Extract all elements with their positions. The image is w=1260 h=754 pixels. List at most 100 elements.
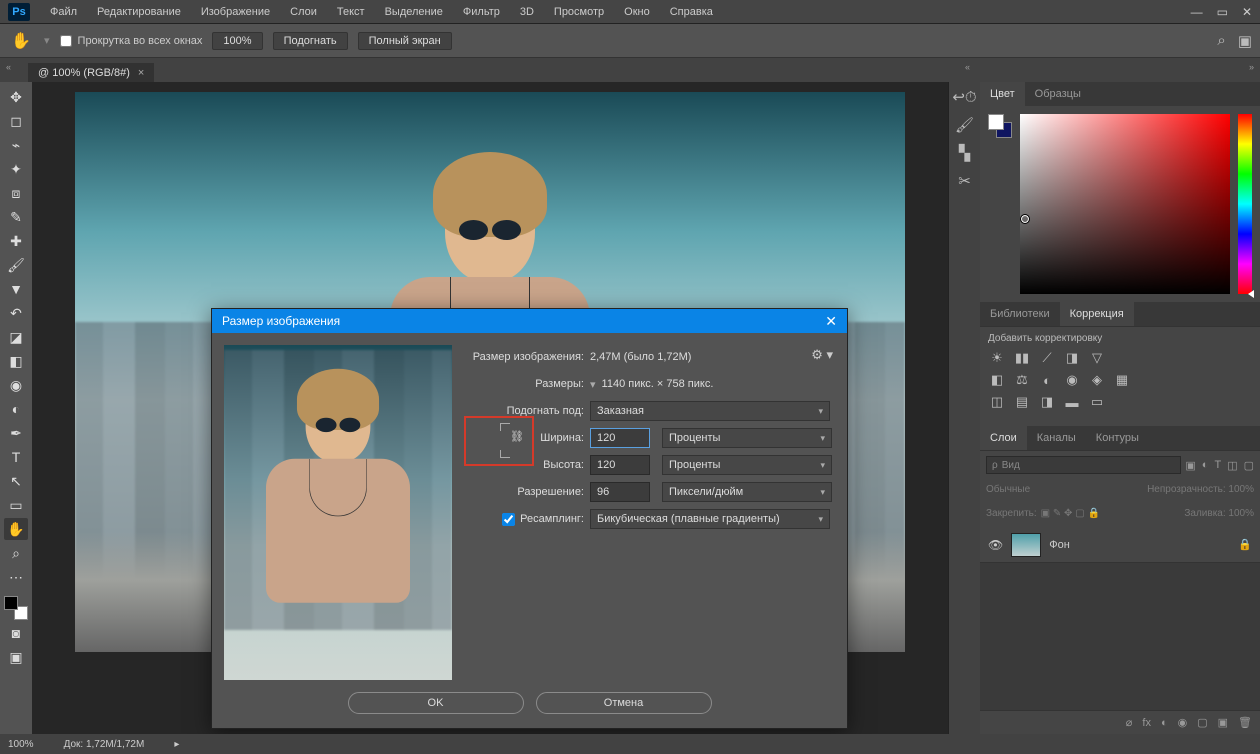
type-tool[interactable]: T [4, 446, 28, 468]
clone-panel-icon[interactable]: ▝▖ [953, 144, 976, 162]
brightness-icon[interactable]: ☀ [988, 350, 1006, 366]
lock-icon[interactable]: 🔒 [1238, 538, 1252, 551]
menu-layers[interactable]: Слои [280, 6, 327, 18]
filter-smart-icon[interactable]: ▢ [1244, 459, 1254, 472]
tab-close-button[interactable]: × [138, 67, 144, 79]
height-input[interactable] [590, 455, 650, 475]
tab-libraries[interactable]: Библиотеки [980, 302, 1060, 326]
fit-button[interactable]: Подогнать [273, 32, 348, 50]
hand-tool-icon[interactable]: ✋ [8, 29, 34, 53]
new-layer-icon[interactable]: ▣ [1218, 716, 1228, 729]
selective-icon[interactable]: ▭ [1088, 394, 1106, 410]
workspace-icon[interactable]: ▣ [1238, 32, 1252, 50]
fill-value[interactable]: 100% [1228, 508, 1254, 519]
zoom-100-button[interactable]: 100% [212, 32, 262, 50]
hue-icon[interactable]: ◧ [988, 372, 1006, 388]
status-chevron-icon[interactable]: ▸ [174, 739, 179, 750]
eyedropper-tool[interactable]: ✎ [4, 206, 28, 228]
filter-adjust-icon[interactable]: ◐ [1202, 459, 1209, 472]
menu-text[interactable]: Текст [327, 6, 375, 18]
bw-icon[interactable]: ◐ [1038, 372, 1056, 388]
toolbox-expand-icon[interactable]: « [6, 62, 11, 72]
layer-row[interactable]: 👁 Фон 🔒 [980, 527, 1260, 563]
width-unit-select[interactable]: Проценты▾ [662, 428, 832, 448]
colorbal-icon[interactable]: ⚖ [1013, 372, 1031, 388]
width-input[interactable] [590, 428, 650, 448]
menu-help[interactable]: Справка [660, 6, 723, 18]
brush-tool[interactable]: 🖌 [4, 254, 28, 276]
move-tool[interactable]: ✥ [4, 86, 28, 108]
tab-channels[interactable]: Каналы [1027, 426, 1086, 450]
height-unit-select[interactable]: Проценты▾ [662, 455, 832, 475]
menu-file[interactable]: Файл [40, 6, 87, 18]
tools-panel-icon[interactable]: ✂ [958, 172, 971, 190]
tab-correction[interactable]: Коррекция [1060, 302, 1134, 326]
dialog-close-button[interactable]: ✕ [825, 313, 837, 330]
maximize-button[interactable]: ▭ [1217, 5, 1228, 19]
curves-icon[interactable]: ⟋ [1038, 350, 1056, 366]
invert-icon[interactable]: ◫ [988, 394, 1006, 410]
filter-type-icon[interactable]: T [1214, 459, 1221, 472]
resolution-unit-select[interactable]: Пиксели/дюйм▾ [662, 482, 832, 502]
delete-layer-icon[interactable]: 🗑 [1238, 716, 1252, 729]
fx-icon[interactable]: fx [1142, 717, 1151, 729]
scroll-all-checkbox[interactable]: Прокрутка во всех окнах [60, 35, 203, 47]
heal-tool[interactable]: ✚ [4, 230, 28, 252]
pen-tool[interactable]: ✒ [4, 422, 28, 444]
tab-color[interactable]: Цвет [980, 82, 1025, 106]
posterize-icon[interactable]: ▤ [1013, 394, 1031, 410]
dims-toggle-icon[interactable]: ▾ [590, 378, 596, 391]
group-icon[interactable]: ▢ [1197, 716, 1207, 729]
gradmap-icon[interactable]: ▬ [1063, 394, 1081, 410]
layer-search[interactable]: ρ Вид [986, 456, 1181, 474]
quickmask-tool[interactable]: ◙ [4, 622, 28, 644]
visibility-icon[interactable]: 👁 [988, 538, 1003, 552]
status-zoom[interactable]: 100% [8, 739, 34, 750]
crop-tool[interactable]: ⧈ [4, 182, 28, 204]
mask-icon[interactable]: ◐ [1161, 717, 1168, 729]
tab-paths[interactable]: Контуры [1086, 426, 1149, 450]
fullscreen-button[interactable]: Полный экран [358, 32, 452, 50]
menu-edit[interactable]: Редактирование [87, 6, 191, 18]
dialog-gear-icon[interactable]: ⚙ ▾ [811, 347, 833, 363]
resample-checkbox[interactable] [502, 513, 515, 526]
ok-button[interactable]: OK [348, 692, 524, 714]
minimize-button[interactable]: — [1191, 5, 1203, 19]
canvas-area[interactable]: Размер изображения ✕ ⚙ ▾ Размер изображе… [32, 82, 948, 734]
menu-window[interactable]: Окно [614, 6, 660, 18]
resolution-input[interactable] [590, 482, 650, 502]
menu-3d[interactable]: 3D [510, 6, 544, 18]
path-select-tool[interactable]: ↖ [4, 470, 28, 492]
brushes-panel-icon[interactable]: 🖌 [955, 116, 974, 134]
zoom-tool[interactable]: ⌕ [4, 542, 28, 564]
levels-icon[interactable]: ▮▮ [1013, 350, 1031, 366]
dodge-tool[interactable]: ◐ [4, 398, 28, 420]
menu-select[interactable]: Выделение [375, 6, 453, 18]
cancel-button[interactable]: Отмена [536, 692, 712, 714]
color-field[interactable] [1020, 114, 1230, 294]
resample-select[interactable]: Бикубическая (плавные градиенты)▾ [590, 509, 830, 529]
filter-shape-icon[interactable]: ◫ [1227, 459, 1237, 472]
link-layers-icon[interactable]: ⌀ [1126, 716, 1133, 729]
eraser-tool[interactable]: ◪ [4, 326, 28, 348]
hand-tool[interactable]: ✋ [4, 518, 28, 540]
blur-tool[interactable]: ◉ [4, 374, 28, 396]
opacity-value[interactable]: 100% [1228, 484, 1254, 495]
panel-expand-right-icon[interactable]: » [1249, 62, 1254, 72]
close-button[interactable]: ✕ [1242, 5, 1252, 19]
exposure-icon[interactable]: ◨ [1063, 350, 1081, 366]
marquee-tool[interactable]: ◻ [4, 110, 28, 132]
lookup-icon[interactable]: ▦ [1113, 372, 1131, 388]
status-doc[interactable]: Док: 1,72M/1,72M [64, 739, 145, 750]
filter-pixel-icon[interactable]: ▣ [1185, 459, 1195, 472]
history-brush-tool[interactable]: ↶ [4, 302, 28, 324]
tab-swatches[interactable]: Образцы [1025, 82, 1091, 106]
dialog-titlebar[interactable]: Размер изображения ✕ [212, 309, 847, 333]
photo-filter-icon[interactable]: ◉ [1063, 372, 1081, 388]
menu-filter[interactable]: Фильтр [453, 6, 510, 18]
more-tools[interactable]: ⋯ [4, 566, 28, 588]
shape-tool[interactable]: ▭ [4, 494, 28, 516]
tab-layers[interactable]: Слои [980, 426, 1027, 450]
screenmode-tool[interactable]: ▣ [4, 646, 28, 668]
lasso-tool[interactable]: ⌁ [4, 134, 28, 156]
